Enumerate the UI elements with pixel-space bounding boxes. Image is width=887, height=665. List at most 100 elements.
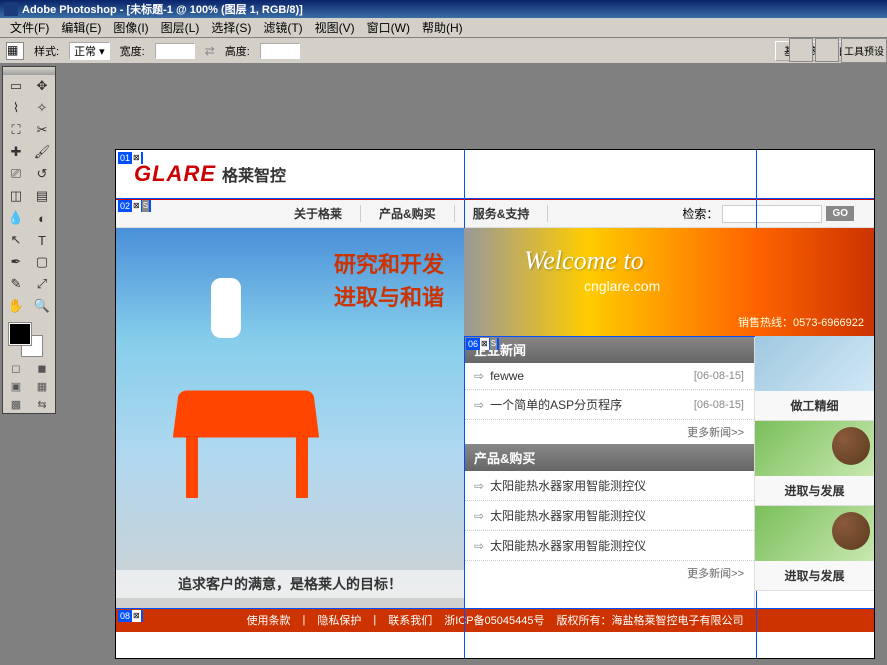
canvas-document[interactable]: 01⊠ 02⊠S 03⊠ 04⊠ 05⊠ 06⊠S 07⊠ 08⊠ GLARE … [115, 149, 875, 659]
products-header: 产品&购买 [464, 444, 754, 471]
height-label: 高度: [225, 43, 250, 59]
eyedropper-tool[interactable]: ⤢ [29, 273, 55, 295]
search-go-button[interactable]: GO [826, 206, 854, 221]
lasso-tool[interactable]: ⌇ [3, 97, 29, 119]
eraser-tool[interactable]: ◫ [3, 185, 29, 207]
wand-tool[interactable]: ✧ [29, 97, 55, 119]
footer-privacy[interactable]: 隐私保护 [317, 612, 361, 628]
dock-button-2[interactable] [815, 38, 839, 62]
type-tool[interactable]: T [29, 229, 55, 251]
tool-preset-icon[interactable]: ▦ [6, 42, 24, 60]
hand-tool[interactable]: ✋ [3, 295, 29, 317]
toolbox-grip[interactable] [3, 67, 55, 75]
shape-tool[interactable]: ▢ [29, 251, 55, 273]
footer-icp: 浙ICP备05045445号 [444, 612, 544, 628]
nav-about[interactable]: 关于格莱 [276, 205, 361, 222]
site-header: GLARE 格莱智控 [116, 150, 874, 198]
menu-select[interactable]: 选择(S) [205, 17, 257, 38]
welcome-subtitle: cnglare.com [584, 278, 660, 294]
product-item[interactable]: ⇨ 太阳能热水器家用智能测控仪 [464, 531, 754, 561]
slice-badge-08[interactable]: 08⊠ [118, 610, 143, 622]
news-more-link[interactable]: 更多新闻>> [464, 420, 754, 444]
gradient-tool[interactable]: ▤ [29, 185, 55, 207]
slice-badge-01[interactable]: 01⊠ [118, 152, 143, 164]
notes-tool[interactable]: ✎ [3, 273, 29, 295]
width-input[interactable] [155, 43, 195, 59]
quick-mask-on[interactable]: ◼ [29, 359, 55, 377]
quick-mask-off[interactable]: ◻ [3, 359, 29, 377]
person-graphic [186, 238, 266, 388]
news-item[interactable]: ⇨ fewwe [06-08-15] [464, 363, 754, 390]
website-design: GLARE 格莱智控 关于格莱 产品&购买 服务&支持 检索： GO [116, 150, 874, 658]
menu-filter[interactable]: 滤镜(T) [257, 17, 308, 38]
history-brush-tool[interactable]: ↺ [29, 163, 55, 185]
arrow-icon: ⇨ [474, 479, 484, 493]
crop-tool[interactable]: ⛶ [3, 119, 29, 141]
dodge-tool[interactable]: ◐ [29, 207, 55, 229]
logo-text: GLARE [134, 161, 216, 187]
menu-view[interactable]: 视图(V) [309, 17, 361, 38]
slice-tool[interactable]: ✂ [29, 119, 55, 141]
hero-right: Welcome to cnglare.com 销售热线：0573-6966922… [464, 228, 874, 608]
hotline-text: 销售热线：0573-6966922 [738, 314, 864, 330]
menu-image[interactable]: 图像(I) [107, 17, 154, 38]
logo-cn: 格莱智控 [222, 162, 286, 186]
color-swatches[interactable] [3, 317, 55, 359]
news-item[interactable]: ⇨ 一个简单的ASP分页程序 [06-08-15] [464, 390, 754, 420]
nav-service[interactable]: 服务&支持 [455, 205, 549, 222]
marquee-tool[interactable]: ▭ [3, 75, 29, 97]
height-input[interactable] [260, 43, 300, 59]
news-header: 企业新闻 [464, 336, 754, 363]
brush-tool[interactable]: 🖌 [29, 141, 55, 163]
toolbox: ▭ ✥ ⌇ ✧ ⛶ ✂ ✚ 🖌 ⎚ ↺ ◫ ▤ 💧 ◐ ↖ T ✒ ▢ ✎ ⤢ … [2, 66, 56, 414]
style-select[interactable]: 正常 ▾ [69, 42, 110, 60]
foreground-color[interactable] [9, 323, 31, 345]
menu-file[interactable]: 文件(F) [4, 17, 55, 38]
menu-edit[interactable]: 编辑(E) [55, 17, 107, 38]
side-image-2 [755, 421, 874, 476]
site-footer: 使用条款 | 隐私保护 | 联系我们 浙ICP备05045445号 版权所有：海… [116, 608, 874, 632]
welcome-banner: Welcome to cnglare.com 销售热线：0573-6966922 [464, 228, 874, 336]
site-body: 研究和开发 进取与和谐 追求客户的满意，是格莱人的目标！ W [116, 228, 874, 608]
slice-badge-02[interactable]: 02⊠S [118, 200, 151, 212]
screen-mode-2[interactable]: ▦ [29, 377, 55, 395]
jump-to-imageready[interactable]: ⇆ [29, 395, 55, 413]
product-item[interactable]: ⇨ 太阳能热水器家用智能测控仪 [464, 471, 754, 501]
arrow-icon: ⇨ [474, 398, 484, 412]
side-card-1[interactable]: 做工精细 [755, 336, 874, 421]
search-label: 检索： [682, 205, 718, 222]
dock-tools-preset[interactable]: 工具预设 [841, 38, 887, 63]
search-box: 检索： GO [682, 205, 854, 223]
dock-button-1[interactable] [789, 38, 813, 62]
products-more-link[interactable]: 更多新闻>> [464, 561, 754, 585]
zoom-tool[interactable]: 🔍 [29, 295, 55, 317]
search-input[interactable] [722, 205, 822, 223]
screen-mode-1[interactable]: ▣ [3, 377, 29, 395]
title-bar: Adobe Photoshop - [未标题-1 @ 100% (图层 1, R… [0, 0, 887, 18]
footer-copyright: 版权所有：海盐格莱智控电子有限公司 [557, 612, 744, 628]
menu-help[interactable]: 帮助(H) [416, 17, 469, 38]
width-label: 宽度: [120, 43, 145, 59]
hero-left: 研究和开发 进取与和谐 追求客户的满意，是格莱人的目标！ [116, 228, 464, 608]
nav-products[interactable]: 产品&购买 [361, 205, 455, 222]
path-tool[interactable]: ↖ [3, 229, 29, 251]
blur-tool[interactable]: 💧 [3, 207, 29, 229]
healing-tool[interactable]: ✚ [3, 141, 29, 163]
side-card-2[interactable]: 进取与发展 [755, 421, 874, 506]
menu-layer[interactable]: 图层(L) [155, 17, 206, 38]
arrow-icon: ⇨ [474, 369, 484, 383]
right-dock: 工具预设 [789, 38, 887, 63]
options-bar: ▦ 样式: 正常 ▾ 宽度: ⇄ 高度: 基于参考线的切片 [0, 38, 887, 64]
move-tool[interactable]: ✥ [29, 75, 55, 97]
screen-mode-3[interactable]: ▩ [3, 395, 29, 413]
news-column: 企业新闻 ⇨ fewwe [06-08-15] ⇨ 一个简单的ASP分页程序 [… [464, 336, 754, 608]
pen-tool[interactable]: ✒ [3, 251, 29, 273]
footer-contact[interactable]: 联系我们 [388, 612, 432, 628]
side-card-3[interactable]: 进取与发展 [755, 506, 874, 591]
product-item[interactable]: ⇨ 太阳能热水器家用智能测控仪 [464, 501, 754, 531]
menu-window[interactable]: 窗口(W) [361, 17, 416, 38]
arrow-icon: ⇨ [474, 539, 484, 553]
slice-badge-06[interactable]: 06⊠S [466, 338, 499, 350]
stamp-tool[interactable]: ⎚ [3, 163, 29, 185]
footer-terms[interactable]: 使用条款 [247, 612, 291, 628]
